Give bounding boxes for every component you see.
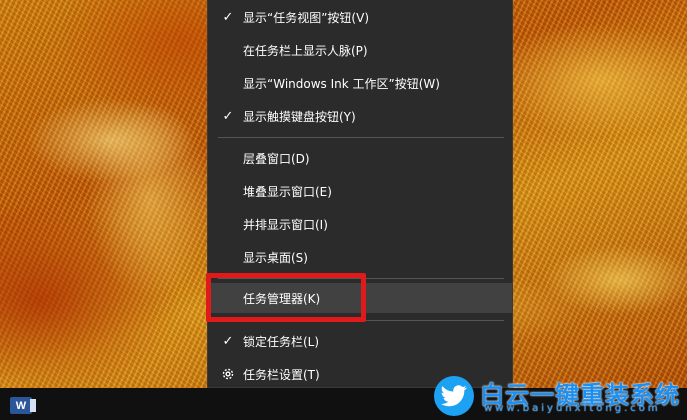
twitter-bird-icon — [434, 376, 474, 416]
menu-item-show-people[interactable]: 在任务栏上显示人脉(P) — [208, 35, 512, 65]
menu-item-windows-ink-button[interactable]: 显示“Windows Ink 工作区”按钮(W) — [208, 68, 512, 98]
watermark-url: www.baiyunxitong.com — [484, 403, 661, 414]
menu-item-show-desktop[interactable]: 显示桌面(S) — [208, 242, 512, 272]
menu-item-side-by-side-windows[interactable]: 并排显示窗口(I) — [208, 209, 512, 239]
menu-item-label: 显示“任务视图”按钮(V) — [243, 10, 370, 25]
checkmark-icon: ✓ — [222, 108, 234, 124]
menu-item-label: 并排显示窗口(I) — [243, 217, 328, 232]
menu-item-label: 显示“Windows Ink 工作区”按钮(W) — [243, 76, 440, 91]
menu-item-label: 在任务栏上显示人脉(P) — [243, 43, 368, 58]
menu-item-label: 堆叠显示窗口(E) — [243, 184, 332, 199]
menu-separator — [218, 137, 504, 138]
menu-item-touch-keyboard-button[interactable]: ✓ 显示触摸键盘按钮(Y) — [208, 101, 512, 131]
menu-item-task-view-button[interactable]: ✓ 显示“任务视图”按钮(V) — [208, 2, 512, 32]
menu-item-cascade-windows[interactable]: 层叠窗口(D) — [208, 143, 512, 173]
checkmark-icon: ✓ — [222, 9, 234, 25]
menu-item-label: 层叠窗口(D) — [243, 151, 310, 166]
red-highlight-box — [206, 273, 366, 322]
word-app-icon[interactable]: W — [10, 397, 36, 414]
checkmark-icon: ✓ — [222, 333, 234, 349]
taskbar-context-menu: ✓ 显示“任务视图”按钮(V) 在任务栏上显示人脉(P) 显示“Windows … — [207, 0, 513, 388]
menu-item-lock-taskbar[interactable]: ✓ 锁定任务栏(L) — [208, 326, 512, 356]
menu-item-label: 任务栏设置(T) — [243, 367, 320, 382]
menu-item-label: 锁定任务栏(L) — [243, 334, 320, 349]
gear-icon — [222, 368, 234, 380]
menu-item-stack-windows[interactable]: 堆叠显示窗口(E) — [208, 176, 512, 206]
menu-item-label: 显示桌面(S) — [243, 250, 308, 265]
menu-item-label: 显示触摸键盘按钮(Y) — [243, 109, 356, 124]
